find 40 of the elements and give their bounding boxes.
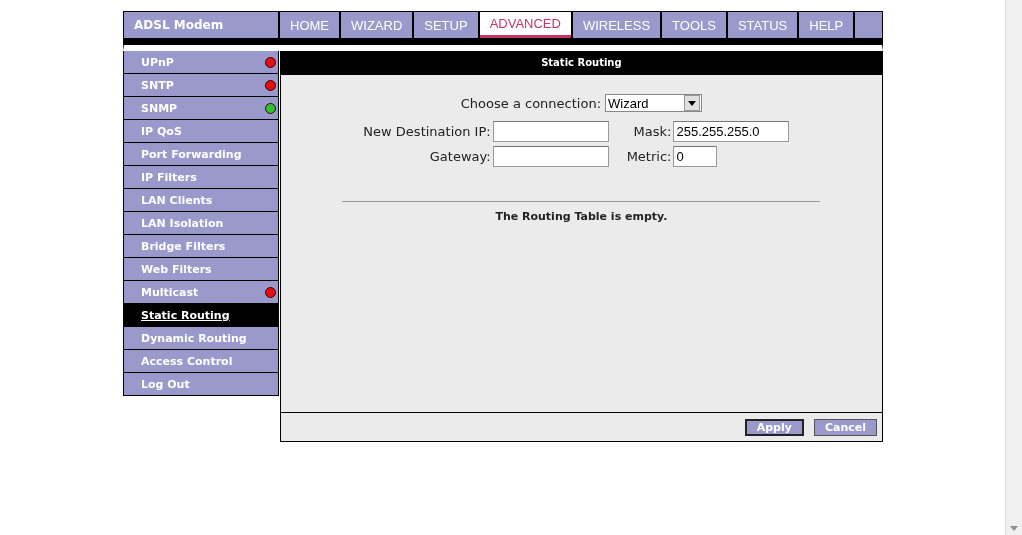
sidebar-item[interactable]: Bridge Filters <box>124 235 278 257</box>
sidebar-item[interactable]: UPnP <box>124 51 278 73</box>
field-label: Mask: <box>632 124 672 139</box>
nav-tab[interactable]: WIZARD <box>341 12 413 38</box>
modem-title: ADSL Modem <box>124 12 278 38</box>
sidebar-item[interactable]: IP QoS <box>124 120 278 142</box>
sidebar-item[interactable]: IP Filters <box>124 166 278 188</box>
field-label: Metric: <box>626 149 672 164</box>
nav-tab[interactable]: TOOLS <box>662 12 726 38</box>
sidebar-item[interactable]: SNMP <box>124 97 278 119</box>
sidebar-item[interactable]: LAN Clients <box>124 189 278 211</box>
sidebar-item[interactable]: Log Out <box>124 373 278 395</box>
connection-dropdown[interactable]: Wizard <box>605 94 702 112</box>
sidebar-item[interactable]: Multicast <box>124 281 278 303</box>
sidebar-item[interactable]: LAN Isolation <box>124 212 278 234</box>
action-button[interactable]: Apply <box>744 418 804 436</box>
sidebar-item[interactable]: Port Forwarding <box>124 143 278 165</box>
input-field[interactable]: 0 <box>673 146 718 167</box>
tab-filler <box>855 12 882 38</box>
sidebar-item[interactable]: Web Filters <box>124 258 278 280</box>
sidebar-item[interactable]: SNTP <box>124 74 278 96</box>
input-field[interactable] <box>492 146 609 167</box>
nav-tab[interactable]: HOME <box>280 12 339 38</box>
nav-tab[interactable]: HELP <box>799 12 854 38</box>
scrollbar[interactable] <box>1005 0 1022 535</box>
field-label: Choose a connection: <box>460 95 601 111</box>
input-field[interactable] <box>492 121 609 142</box>
sidebar-item[interactable]: Access Control <box>124 350 278 372</box>
field-label: New Destination IP: <box>363 124 491 139</box>
sidebar-item[interactable]: Dynamic Routing <box>124 327 278 349</box>
input-field[interactable]: 255.255.255.0 <box>673 121 790 142</box>
empty-table-message: The Routing Table is empty. <box>495 210 668 223</box>
nav-tab[interactable]: ADVANCED <box>479 12 571 38</box>
nav-tab[interactable]: WIRELESS <box>572 12 661 38</box>
scroll-down-icon[interactable] <box>1010 526 1018 531</box>
action-button[interactable]: Cancel <box>813 418 877 436</box>
panel-title: Static Routing <box>280 51 882 75</box>
nav-tab[interactable]: STATUS <box>727 12 798 38</box>
field-label: Gateway: <box>428 149 491 164</box>
nav-tab[interactable]: SETUP <box>414 12 478 38</box>
